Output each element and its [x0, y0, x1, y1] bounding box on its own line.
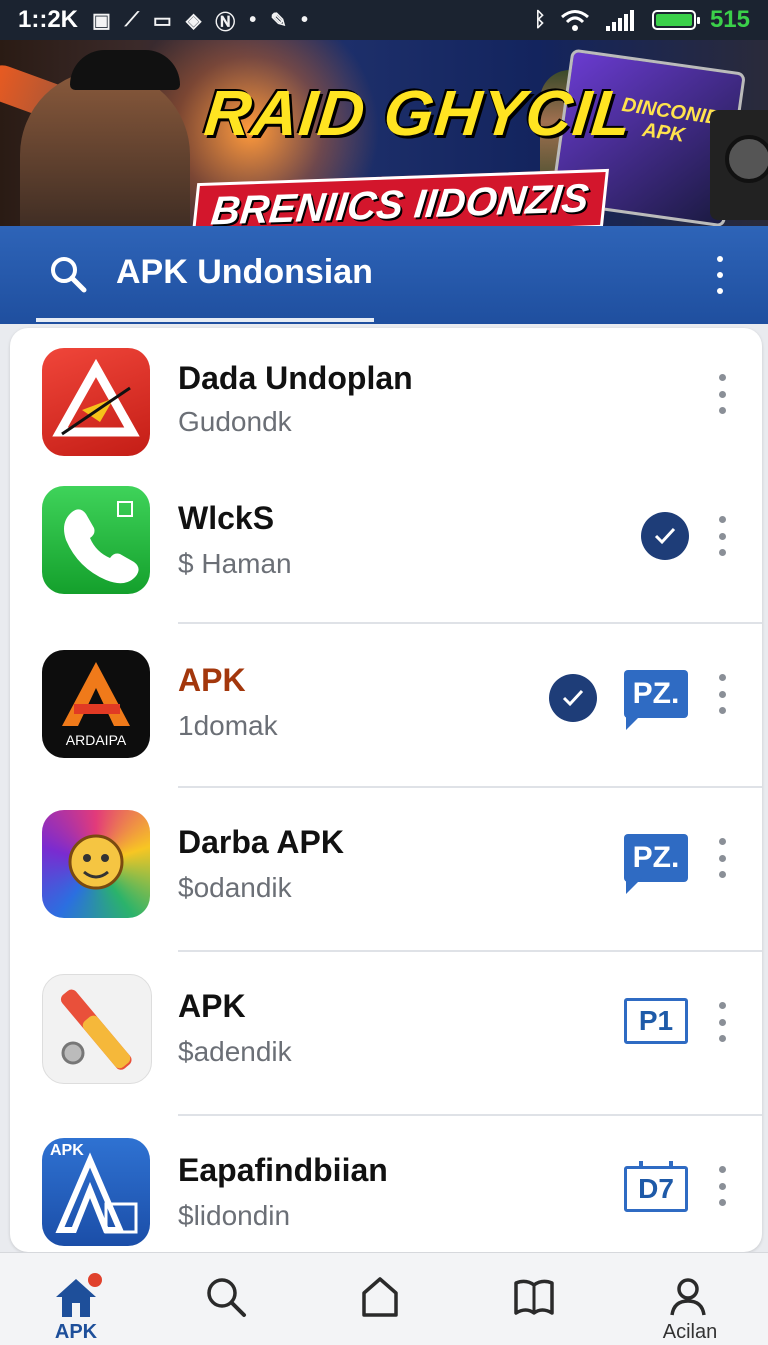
check-circle-icon[interactable] [641, 512, 689, 560]
nav-house[interactable] [322, 1253, 442, 1345]
book-icon [514, 1279, 554, 1315]
more-vert-icon[interactable] [712, 1002, 732, 1042]
wifi-icon [560, 10, 589, 31]
phone-app-icon [42, 486, 150, 594]
bottom-navigation: APK Acilan [0, 1252, 768, 1345]
list-item[interactable]: APK Eapafindbiian $lidondin D7 [10, 1114, 762, 1252]
nav-search[interactable] [168, 1253, 288, 1345]
divider [178, 950, 762, 952]
bluetooth-icon: ᛒ [533, 8, 546, 31]
nav-profile[interactable]: Acilan [630, 1253, 750, 1345]
app-icon-text: APK [50, 1142, 84, 1159]
tag-label: PZ. [624, 834, 688, 882]
app-subtitle: $adendik [178, 1036, 292, 1067]
cell-signal-icon [605, 10, 634, 31]
app-subtitle: Gudondk [178, 406, 292, 437]
app-name: APK [178, 662, 246, 698]
more-notifications-dot: • [249, 8, 257, 31]
location-icon: ◈ [185, 9, 202, 32]
search-title[interactable]: APK Undonsian [116, 253, 373, 292]
more-notifications-dot-2: • [301, 8, 309, 31]
banner-speaker [710, 110, 768, 220]
divider [178, 622, 762, 624]
banner-man-figure [20, 70, 190, 226]
more-vert-icon[interactable] [712, 1166, 732, 1206]
check-circle-icon[interactable] [549, 674, 597, 722]
app-subtitle: $lidondin [178, 1200, 291, 1231]
list-item[interactable]: Dada Undoplan Gudondk [10, 328, 762, 478]
divider [178, 786, 762, 788]
nav-label: Acilan [662, 1321, 718, 1343]
notification-dot [88, 1273, 102, 1287]
pz-chat-tag[interactable]: PZ. [624, 834, 688, 894]
tab-indicator [36, 318, 374, 322]
app-name: APK [178, 988, 246, 1024]
tools-icon: ⟋ [124, 8, 139, 31]
tools-app-icon [42, 974, 152, 1084]
house-outline-icon [362, 1277, 398, 1317]
signal-app-icon: ✎ [270, 9, 287, 32]
more-vert-icon[interactable] [712, 374, 732, 414]
banner-cap [70, 50, 180, 90]
nav-label: APK [54, 1321, 98, 1343]
app-name: Eapafindbiian [178, 1152, 388, 1188]
list-item[interactable]: APK $adendik P1 [10, 950, 762, 1100]
more-vert-icon[interactable] [708, 256, 732, 294]
app-notification-icon: ▣ [92, 9, 111, 32]
status-time: 1::2K [18, 6, 79, 33]
divider [178, 1114, 762, 1116]
app-subtitle: 1domak [178, 710, 278, 741]
battery-level: 515 [709, 6, 750, 33]
d7-calendar-tag[interactable]: D7 [624, 1161, 688, 1212]
sun-mascot-app-icon [42, 810, 150, 918]
warning-app-icon [42, 348, 150, 456]
profile-icon [670, 1278, 706, 1316]
app-icon-text: ARDAIPA [65, 732, 127, 748]
photo-icon: ▭ [152, 9, 172, 32]
list-item[interactable]: ARDAIPA APK 1domak PZ. [10, 622, 762, 772]
ardaipa-app-icon: ARDAIPA [42, 650, 150, 758]
tag-label: PZ. [624, 670, 688, 718]
app-subtitle: $ Haman [178, 548, 292, 579]
list-item[interactable]: Darba APK $odandik PZ. [10, 786, 762, 936]
app-list: Dada Undoplan Gudondk WlckS $ Haman ARDA… [10, 328, 762, 1252]
status-bar: 1::2K ▣ ⟋ ▭ ◈ Ⓝ • ✎ • ᛒ 515 [0, 0, 768, 40]
nav-home[interactable]: APK [16, 1253, 136, 1345]
app-name: WlckS [178, 500, 275, 536]
more-vert-icon[interactable] [712, 674, 732, 714]
more-vert-icon[interactable] [712, 516, 732, 556]
battery-icon [651, 10, 700, 30]
n-app-icon: Ⓝ [215, 11, 236, 34]
pz-chat-tag[interactable]: PZ. [624, 670, 688, 730]
search-header: APK Undonsian [0, 226, 768, 324]
banner-title: RAID GHYCIL [201, 77, 636, 149]
promo-banner[interactable]: DINCONIES APK RAID GHYCIL BRENIICS IIDON… [0, 40, 768, 226]
p1-tag[interactable]: P1 [624, 998, 688, 1044]
list-item[interactable]: WlckS $ Haman [10, 470, 762, 620]
search-icon[interactable] [48, 254, 88, 294]
app-name: Dada Undoplan [178, 360, 413, 396]
more-vert-icon[interactable] [712, 838, 732, 878]
search-icon [207, 1278, 246, 1317]
apk-blue-app-icon: APK [42, 1138, 150, 1246]
nav-library[interactable] [476, 1253, 596, 1345]
app-subtitle: $odandik [178, 872, 292, 903]
tag-label: D7 [638, 1173, 674, 1204]
app-name: Darba APK [178, 824, 344, 860]
